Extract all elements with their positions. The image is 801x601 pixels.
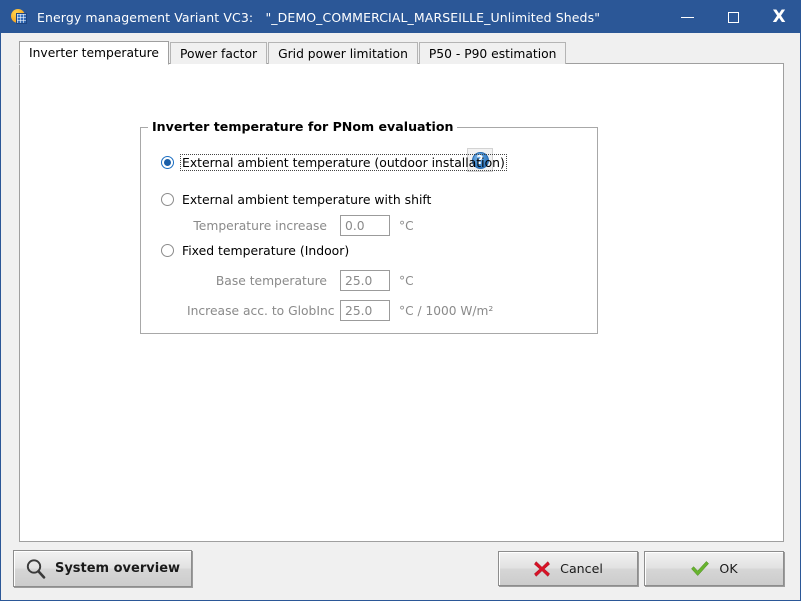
field-label: Increase acc. to GlobInc: [187, 303, 335, 318]
field-unit: °C / 1000 W/m²: [399, 303, 494, 318]
radio-label: Fixed temperature (Indoor): [182, 243, 350, 258]
field-label: Base temperature: [215, 273, 327, 288]
system-overview-label: System overview: [54, 561, 181, 576]
base-temperature-input[interactable]: [340, 270, 390, 291]
field-label: Temperature increase: [193, 218, 327, 233]
radio-external-ambient-temperature[interactable]: External ambient temperature (outdoor in…: [161, 154, 507, 171]
minimize-icon: [680, 16, 694, 18]
tab-content-panel: Inverter temperature for PNom evaluation…: [19, 63, 784, 542]
ok-label: OK: [719, 561, 738, 576]
radio-fixed-temperature-indoor[interactable]: Fixed temperature (Indoor): [161, 242, 351, 259]
minimize-button[interactable]: [664, 1, 710, 33]
tab-p50-p90-estimation[interactable]: P50 - P90 estimation: [418, 42, 567, 64]
radio-indicator: [161, 244, 174, 257]
tab-label: Grid power limitation: [278, 46, 408, 61]
pvsyst-sun-panel-icon: [11, 8, 28, 26]
tab-grid-power-limitation[interactable]: Grid power limitation: [268, 42, 418, 64]
radio-indicator: [161, 193, 174, 206]
tab-power-factor[interactable]: Power factor: [169, 42, 268, 64]
radio-indicator-selected: [161, 156, 174, 169]
field-unit: °C: [399, 273, 414, 288]
green-check-icon: [691, 560, 710, 576]
red-x-icon: [534, 560, 551, 577]
tab-label: P50 - P90 estimation: [428, 46, 557, 61]
system-overview-button[interactable]: System overview: [13, 550, 192, 587]
cancel-button[interactable]: Cancel: [498, 551, 638, 586]
radio-external-ambient-with-shift[interactable]: External ambient temperature with shift: [161, 191, 433, 208]
ok-button[interactable]: OK: [644, 551, 784, 586]
close-icon: X: [772, 6, 786, 27]
maximize-button[interactable]: [710, 1, 756, 33]
tab-bar: Inverter temperature Power factor Grid p…: [19, 41, 567, 65]
tab-inverter-temperature[interactable]: Inverter temperature: [19, 41, 169, 65]
radio-label: External ambient temperature with shift: [182, 192, 432, 207]
field-unit: °C: [399, 218, 414, 233]
field-increase-acc-globinc: Increase acc. to GlobInc °C / 1000 W/m²: [187, 300, 493, 321]
window-controls: X: [664, 1, 800, 33]
tab-label: Power factor: [179, 46, 258, 61]
radio-label: External ambient temperature (outdoor in…: [180, 154, 507, 171]
window-title-prefix: Energy management Variant VC3:: [37, 9, 254, 25]
close-button[interactable]: X: [756, 1, 800, 33]
maximize-icon: [727, 11, 739, 23]
groupbox-title: Inverter temperature for PNom evaluation: [148, 119, 458, 134]
window-title-variant: "_DEMO_COMMERCIAL_MARSEILLE_Unlimited Sh…: [265, 9, 601, 25]
energy-management-dialog: Energy management Variant VC3: "_DEMO_CO…: [0, 0, 801, 601]
inverter-temperature-groupbox: Inverter temperature for PNom evaluation…: [140, 119, 598, 334]
title-bar: Energy management Variant VC3: "_DEMO_CO…: [1, 1, 800, 33]
temperature-increase-input[interactable]: [340, 215, 390, 236]
cancel-label: Cancel: [560, 561, 603, 576]
window-title: Energy management Variant VC3: "_DEMO_CO…: [37, 10, 600, 25]
tab-label: Inverter temperature: [29, 46, 159, 60]
increase-globinc-input[interactable]: [340, 300, 390, 321]
field-temperature-increase: Temperature increase °C: [187, 215, 414, 236]
magnifier-icon: [26, 558, 46, 579]
field-base-temperature: Base temperature °C: [187, 270, 414, 291]
